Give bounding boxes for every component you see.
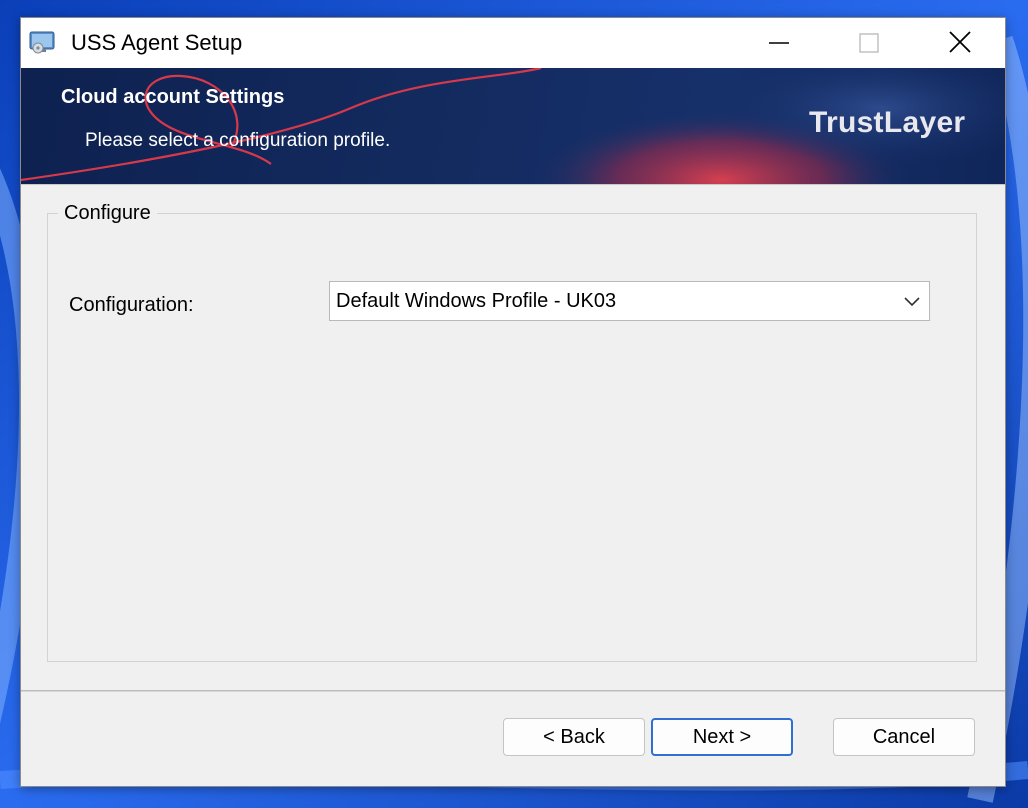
banner-subtitle: Please select a configuration profile. — [85, 130, 391, 151]
banner-divider — [21, 184, 1005, 185]
setup-window: USS Agent Setup Cloud account Settings P… — [20, 17, 1006, 787]
configuration-label: Configuration: — [69, 294, 194, 316]
configuration-dropdown[interactable]: Default Windows Profile - UK03 — [329, 281, 930, 321]
window-title: USS Agent Setup — [71, 30, 243, 55]
header-banner: Cloud account Settings Please select a c… — [21, 68, 1005, 184]
close-icon[interactable] — [915, 18, 1005, 68]
cancel-button[interactable]: Cancel — [833, 718, 975, 756]
footer-divider — [21, 690, 1005, 692]
maximize-icon[interactable] — [823, 18, 913, 68]
back-button[interactable]: < Back — [503, 718, 645, 756]
next-button[interactable]: Next > — [651, 718, 793, 756]
setup-app-icon — [29, 30, 57, 56]
groupbox-legend: Configure — [58, 202, 157, 225]
chevron-down-icon[interactable] — [901, 290, 923, 312]
title-bar[interactable]: USS Agent Setup — [21, 18, 1005, 68]
banner-title: Cloud account Settings — [61, 86, 285, 108]
configuration-selected-value: Default Windows Profile - UK03 — [336, 290, 617, 312]
brand-logo: TrustLayer — [809, 106, 966, 139]
minimize-icon[interactable] — [733, 18, 823, 68]
